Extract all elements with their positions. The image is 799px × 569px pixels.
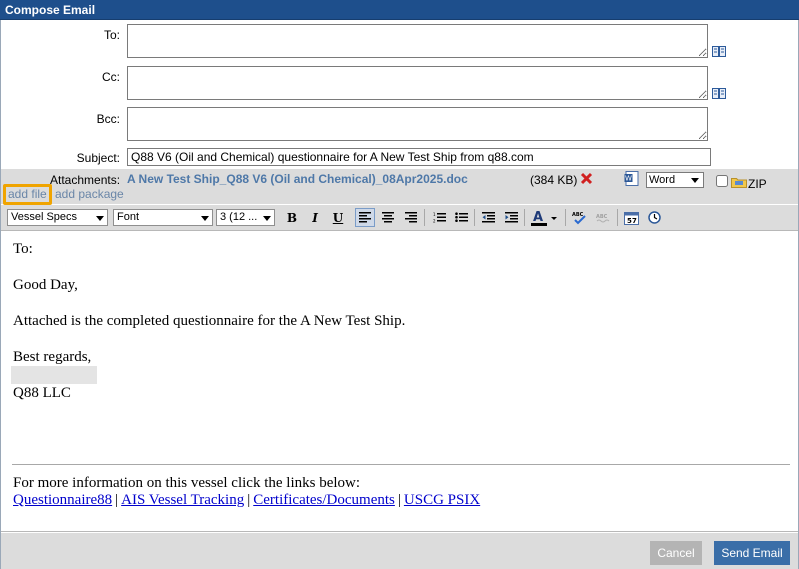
underline-button[interactable]: U [328, 208, 348, 227]
subject-label: Subject: [76, 151, 120, 165]
italic-button[interactable]: I [305, 208, 325, 227]
zip-checkbox[interactable] [716, 175, 728, 187]
word-doc-icon: W [624, 171, 639, 186]
toolbar-separator [474, 209, 475, 226]
outdent-button[interactable] [478, 208, 498, 227]
bold-button[interactable]: B [282, 208, 302, 227]
vessel-links: Questionnaire88 | AIS Vessel Tracking | Cert… [13, 492, 480, 509]
address-book-icon[interactable] [712, 46, 726, 57]
style-select-value: Vessel Specs [11, 211, 78, 223]
add-file-link[interactable]: add file [3, 184, 52, 205]
spellcheck-disabled-icon: ABC [596, 214, 610, 222]
indent-icon [504, 212, 518, 223]
insert-date-button[interactable]: 5 7 [621, 208, 641, 227]
svg-text:A: A [533, 210, 543, 225]
delete-icon[interactable] [580, 172, 593, 185]
align-right-icon [405, 212, 417, 223]
svg-text:ABC: ABC [572, 212, 584, 218]
size-select[interactable]: 3 (12 ... [216, 209, 275, 226]
chevron-down-icon [201, 216, 209, 221]
body-company: Q88 LLC [13, 385, 71, 401]
cc-field[interactable] [127, 66, 708, 100]
indent-button[interactable] [501, 208, 521, 227]
numbered-list-icon: 12 [433, 212, 446, 223]
link-questionnaire88[interactable]: Questionnaire88 [13, 492, 112, 508]
toolbar-separator [565, 209, 566, 226]
toolbar-separator [617, 209, 618, 226]
spellcheck-off-button[interactable]: ABC [594, 208, 614, 227]
subject-input[interactable] [127, 148, 711, 166]
bulleted-list-icon [454, 212, 468, 222]
link-separator: | [115, 492, 119, 508]
svg-text:1: 1 [433, 212, 436, 217]
style-select[interactable]: Vessel Specs [7, 209, 108, 226]
align-left-button[interactable] [355, 208, 375, 227]
svg-text:7: 7 [632, 217, 637, 225]
link-separator: | [247, 492, 251, 508]
cancel-button[interactable]: Cancel [650, 541, 702, 565]
body-closing: Best regards, [13, 349, 92, 365]
send-email-button[interactable]: Send Email [714, 541, 790, 565]
body-greeting: Good Day, [13, 277, 78, 293]
bcc-field[interactable] [127, 107, 708, 141]
body-more-info: For more information on this vessel clic… [13, 475, 361, 491]
attachment-name-prefix: A New Test Ship_ [127, 172, 227, 186]
message-editor[interactable]: To: Good Day, Attached is the completed … [1, 232, 798, 532]
svg-text:W: W [625, 175, 632, 183]
align-left-icon [359, 212, 371, 223]
outdent-icon [481, 212, 495, 223]
align-center-button[interactable] [378, 208, 398, 227]
attachment-size: (384 KB) [530, 173, 578, 187]
add-package-link[interactable]: add package [55, 187, 124, 201]
font-color-button[interactable]: A [528, 208, 560, 227]
numbered-list-button[interactable]: 12 [429, 208, 449, 227]
cc-label: Cc: [102, 70, 120, 84]
body-to-line: To: [13, 241, 33, 257]
link-ais-vessel-tracking[interactable]: AIS Vessel Tracking [121, 492, 244, 508]
spellcheck-button[interactable]: ABC [570, 208, 590, 227]
font-select-value: Font [117, 211, 140, 223]
bcc-label: Bcc: [96, 112, 120, 126]
format-selected: Word [649, 174, 676, 186]
calendar-icon: 5 7 [623, 211, 639, 225]
insert-time-button[interactable] [644, 208, 664, 227]
clock-icon [647, 211, 661, 224]
font-color-icon: A [531, 210, 557, 226]
align-right-button[interactable] [401, 208, 421, 227]
link-certificates-documents[interactable]: Certificates/Documents [253, 492, 395, 508]
to-label: To: [103, 28, 120, 42]
size-select-value: 3 (12 ... [220, 211, 258, 223]
address-book-icon[interactable] [712, 88, 726, 99]
to-field[interactable] [127, 24, 708, 58]
body-message: Attached is the completed questionnaire … [13, 313, 406, 329]
zip-folder-icon [731, 178, 747, 188]
spellcheck-icon: ABC [572, 212, 586, 224]
svg-text:ABC: ABC [596, 214, 608, 220]
format-select[interactable]: Word [646, 172, 704, 188]
svg-text:2: 2 [433, 219, 436, 224]
window-title: Compose Email [0, 0, 799, 20]
toolbar-separator [524, 209, 525, 226]
zip-label: ZIP [748, 177, 767, 191]
chevron-down-icon [691, 178, 699, 183]
align-center-icon [382, 212, 394, 223]
bulleted-list-button[interactable] [451, 208, 471, 227]
chevron-down-icon [96, 216, 104, 221]
toolbar-separator [424, 209, 425, 226]
redacted-signature [11, 366, 97, 384]
link-separator: | [397, 492, 401, 508]
font-select[interactable]: Font [113, 209, 213, 226]
attachment-link[interactable]: A New Test Ship_Q88 V6 (Oil and Chemical… [127, 172, 468, 186]
body-divider [12, 464, 790, 465]
attachments-label: Attachments: [50, 173, 121, 187]
link-uscg-psix[interactable]: USCG PSIX [404, 492, 480, 508]
attachment-name: Q88 V6 (Oil and Chemical)_08Apr2025.doc [226, 172, 468, 186]
chevron-down-icon [263, 216, 271, 221]
